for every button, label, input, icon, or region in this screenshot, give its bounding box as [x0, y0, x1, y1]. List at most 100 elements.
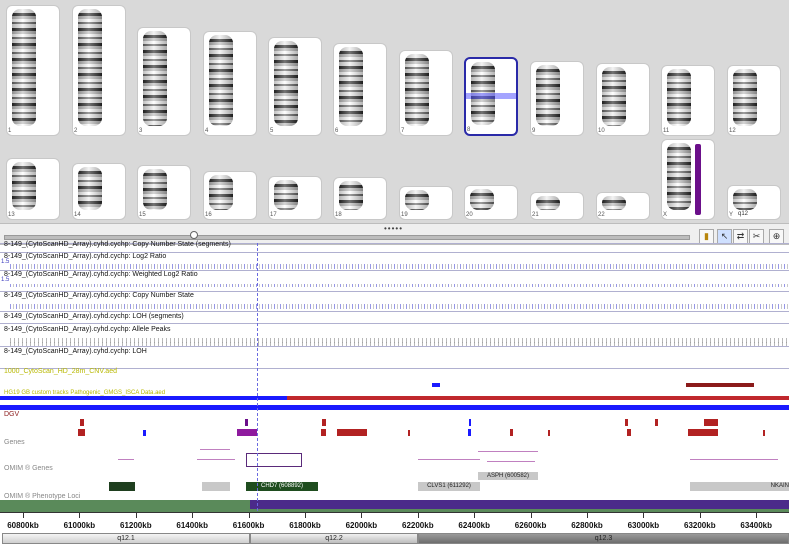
- chromosome-21[interactable]: 21: [530, 192, 584, 220]
- chromosome-3[interactable]: 3: [137, 27, 191, 136]
- dgv-variant[interactable]: [322, 419, 326, 426]
- dgv-variant[interactable]: [625, 419, 628, 426]
- chromosome-X[interactable]: X: [661, 139, 715, 220]
- chromosome-7[interactable]: 7: [399, 50, 453, 136]
- chromosome-20[interactable]: 20: [464, 185, 518, 220]
- chromosome-ideogram: [602, 196, 626, 210]
- chromosome-Y[interactable]: q12 Y: [727, 185, 781, 220]
- track-label-loh: 8-149_(CytoScanHD_Array).cyhd.cychp: LOH: [4, 348, 147, 355]
- chromosome-ideogram: [733, 189, 757, 210]
- chromosome-11[interactable]: 11: [661, 65, 715, 136]
- chromosome-number: 16: [205, 212, 212, 218]
- gene-model[interactable]: [418, 459, 480, 460]
- splitter-grip[interactable]: •••••: [384, 224, 403, 233]
- chromosome-18[interactable]: 18: [333, 177, 387, 220]
- gene-model[interactable]: [197, 459, 235, 460]
- chromosome-9[interactable]: 9: [530, 61, 584, 136]
- gene-model[interactable]: [690, 459, 778, 460]
- dgv-variant[interactable]: [548, 430, 550, 436]
- omim-gene-aspH[interactable]: ASPH (600582): [478, 472, 538, 480]
- chromosome-1[interactable]: 1: [6, 5, 60, 136]
- chromosome-19[interactable]: 19: [399, 186, 453, 220]
- zoom-in-icon[interactable]: ⊕: [769, 229, 784, 244]
- chromosome-6[interactable]: 6: [333, 43, 387, 136]
- dgv-variant[interactable]: [337, 429, 367, 436]
- dgv-variant[interactable]: [237, 429, 257, 436]
- track-scale-log2: 1.5: [1, 259, 10, 265]
- chromosome-17[interactable]: 17: [268, 176, 322, 220]
- chromosome-ideogram: [339, 47, 363, 126]
- chromosome-ideogram: [339, 181, 363, 210]
- omim-gene-clvs1[interactable]: CLVS1 (611292): [418, 482, 480, 491]
- axis-tick-label: 62600kb: [514, 521, 547, 530]
- axis-tick: [135, 513, 137, 518]
- chromosome-4[interactable]: 4: [203, 31, 257, 136]
- bookmark-icon[interactable]: ▮: [699, 229, 714, 244]
- zoom-slider-knob[interactable]: [190, 231, 198, 239]
- pan-tool-icon[interactable]: ⇄: [733, 229, 748, 244]
- chromosome-number: 5: [270, 128, 274, 134]
- omim-genes-label: OMIM ® Genes: [4, 465, 53, 472]
- dgv-variant[interactable]: [321, 429, 326, 436]
- chromosome-22[interactable]: 22: [596, 192, 650, 220]
- dgv-variant[interactable]: [408, 430, 410, 436]
- chromosome-13[interactable]: 13: [6, 158, 60, 220]
- dgv-variant[interactable]: [80, 419, 84, 426]
- zoom-slider[interactable]: [4, 235, 690, 240]
- chromosome-5[interactable]: 5: [268, 37, 322, 136]
- axis-tick-label: 61200kb: [120, 521, 152, 530]
- axis-tick: [361, 513, 363, 518]
- cursor-line[interactable]: [257, 243, 258, 536]
- dgv-variant[interactable]: [245, 419, 248, 426]
- chromosome-12[interactable]: 12: [727, 65, 781, 136]
- chromosome-10[interactable]: 10: [596, 63, 650, 136]
- omim-gene-block[interactable]: [109, 482, 135, 491]
- dgv-variant[interactable]: [469, 419, 471, 426]
- cytoband-q12-3[interactable]: q12.3: [418, 533, 789, 544]
- axis-tick: [587, 513, 588, 518]
- chromosome-number: 22: [598, 212, 605, 218]
- chromosome-ideogram: [143, 169, 167, 210]
- omim-gene-block[interactable]: [202, 482, 230, 491]
- chromosome-ideogram: [470, 189, 494, 210]
- phenotype-locus-purple[interactable]: [250, 500, 789, 509]
- chromosome-number: 9: [532, 128, 536, 134]
- dgv-variant[interactable]: [510, 429, 513, 436]
- dgv-variant[interactable]: [763, 430, 765, 436]
- cytoband-q12-2[interactable]: q12.2: [250, 533, 418, 544]
- chromosome-14[interactable]: 14: [72, 163, 126, 220]
- dgv-variant[interactable]: [143, 430, 146, 436]
- gene-model[interactable]: [478, 451, 538, 452]
- chromosome-2[interactable]: 2: [72, 5, 126, 136]
- cn-state-points: [10, 304, 788, 309]
- omim-gene-nkain[interactable]: NKAIN: [690, 482, 789, 491]
- phenotype-locus-green[interactable]: [0, 500, 250, 509]
- cytoband-strip: q12.1 q12.2 q12.3: [0, 533, 789, 546]
- chromosome-number: 1: [8, 128, 12, 134]
- axis-tick-label: 62000kb: [345, 521, 378, 530]
- axis-tick-label: 63000kb: [627, 521, 660, 530]
- select-tool-icon[interactable]: ↖: [717, 229, 732, 244]
- loh-region-bar[interactable]: [695, 144, 701, 215]
- cnv-call[interactable]: [432, 383, 440, 387]
- chromosome-15[interactable]: 15: [137, 165, 191, 220]
- gene-model[interactable]: [487, 461, 535, 462]
- scissors-icon[interactable]: ✂: [749, 229, 764, 244]
- chromosome-16[interactable]: 16: [203, 171, 257, 220]
- dgv-variant[interactable]: [627, 429, 631, 436]
- dgv-variant[interactable]: [704, 419, 718, 426]
- log2-ratio-points: [10, 264, 788, 269]
- cytoband-q12-1[interactable]: q12.1: [2, 533, 250, 544]
- dgv-variant[interactable]: [78, 429, 85, 436]
- dgv-variant[interactable]: [688, 429, 718, 436]
- dgv-variant[interactable]: [655, 419, 658, 426]
- chromosome-8[interactable]: 8: [464, 57, 518, 136]
- axis-tick: [756, 513, 758, 518]
- dgv-variant[interactable]: [468, 429, 471, 436]
- gene-model[interactable]: [118, 459, 134, 460]
- pathogenic-track-red: [287, 396, 687, 400]
- chd7-gene-box[interactable]: [246, 453, 302, 467]
- gene-model[interactable]: [200, 449, 230, 450]
- chromosome-number: 20: [466, 212, 473, 218]
- cnv-call[interactable]: [686, 383, 754, 387]
